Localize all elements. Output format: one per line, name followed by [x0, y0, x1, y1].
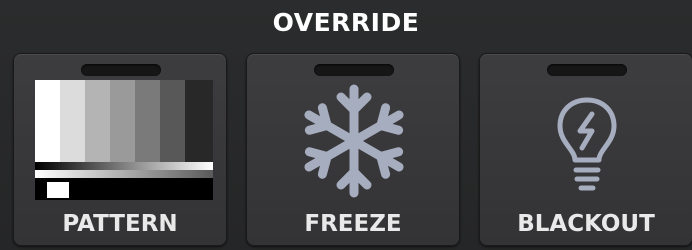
snowflake-icon	[299, 84, 409, 200]
panel-title: OVERRIDE	[272, 8, 420, 37]
test-pattern-icon	[35, 80, 213, 200]
pattern-label: PATTERN	[62, 211, 178, 237]
status-indicator	[81, 64, 161, 76]
freeze-label: FREEZE	[304, 211, 402, 237]
blackout-label: BLACKOUT	[517, 211, 655, 237]
blackout-button[interactable]: BLACKOUT	[479, 53, 692, 246]
status-indicator	[314, 64, 394, 76]
override-panel: OVERRIDE PATTERN FREEZE BLACKOUT	[0, 0, 692, 250]
status-indicator	[547, 64, 627, 76]
freeze-button[interactable]: FREEZE	[246, 53, 460, 246]
lightbulb-icon	[557, 97, 617, 191]
pattern-button[interactable]: PATTERN	[13, 53, 227, 246]
